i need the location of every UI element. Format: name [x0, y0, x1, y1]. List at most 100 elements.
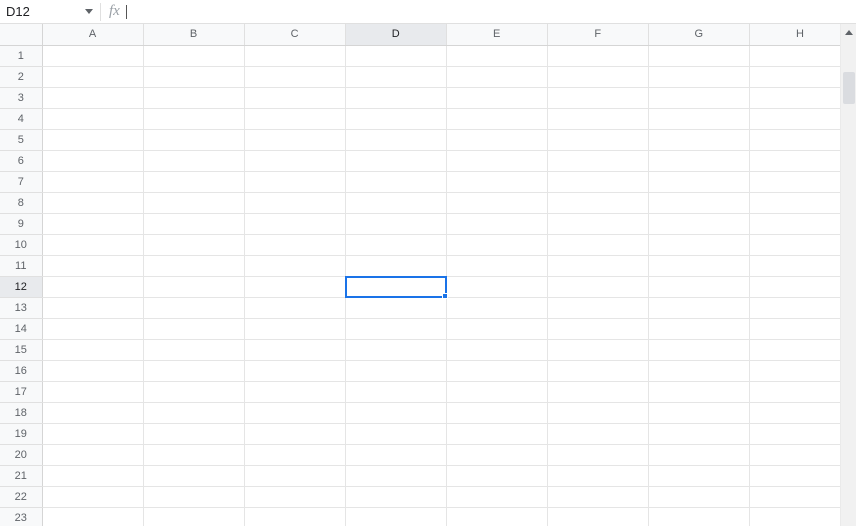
cell-G11[interactable]	[648, 255, 749, 276]
cell-G9[interactable]	[648, 213, 749, 234]
cell-H9[interactable]	[749, 213, 850, 234]
row-header-16[interactable]: 16	[0, 360, 42, 381]
cell-B5[interactable]	[143, 129, 244, 150]
cell-D18[interactable]	[345, 402, 446, 423]
cell-E6[interactable]	[446, 150, 547, 171]
cell-D9[interactable]	[345, 213, 446, 234]
cell-F2[interactable]	[547, 66, 648, 87]
cell-A23[interactable]	[42, 507, 143, 526]
row-header-11[interactable]: 11	[0, 255, 42, 276]
cell-G4[interactable]	[648, 108, 749, 129]
cell-B16[interactable]	[143, 360, 244, 381]
row-header-17[interactable]: 17	[0, 381, 42, 402]
row-header-2[interactable]: 2	[0, 66, 42, 87]
cell-A22[interactable]	[42, 486, 143, 507]
cell-B3[interactable]	[143, 87, 244, 108]
cell-D21[interactable]	[345, 465, 446, 486]
row-header-8[interactable]: 8	[0, 192, 42, 213]
cell-G17[interactable]	[648, 381, 749, 402]
row-header-15[interactable]: 15	[0, 339, 42, 360]
cell-H23[interactable]	[749, 507, 850, 526]
cell-E7[interactable]	[446, 171, 547, 192]
cell-B23[interactable]	[143, 507, 244, 526]
column-header-E[interactable]: E	[446, 24, 547, 45]
cell-G1[interactable]	[648, 45, 749, 66]
cell-G15[interactable]	[648, 339, 749, 360]
cell-F21[interactable]	[547, 465, 648, 486]
row-header-4[interactable]: 4	[0, 108, 42, 129]
cell-F13[interactable]	[547, 297, 648, 318]
cell-D1[interactable]	[345, 45, 446, 66]
cell-A4[interactable]	[42, 108, 143, 129]
cell-H10[interactable]	[749, 234, 850, 255]
row-header-6[interactable]: 6	[0, 150, 42, 171]
cell-G5[interactable]	[648, 129, 749, 150]
cell-D6[interactable]	[345, 150, 446, 171]
cell-G18[interactable]	[648, 402, 749, 423]
formula-input[interactable]	[127, 0, 856, 23]
cell-F4[interactable]	[547, 108, 648, 129]
row-header-22[interactable]: 22	[0, 486, 42, 507]
cell-D23[interactable]	[345, 507, 446, 526]
row-header-9[interactable]: 9	[0, 213, 42, 234]
cell-G21[interactable]	[648, 465, 749, 486]
cell-D22[interactable]	[345, 486, 446, 507]
cell-F20[interactable]	[547, 444, 648, 465]
cell-B10[interactable]	[143, 234, 244, 255]
cell-E17[interactable]	[446, 381, 547, 402]
cell-A5[interactable]	[42, 129, 143, 150]
cell-C16[interactable]	[244, 360, 345, 381]
cell-H8[interactable]	[749, 192, 850, 213]
cell-H5[interactable]	[749, 129, 850, 150]
cell-F12[interactable]	[547, 276, 648, 297]
cell-A8[interactable]	[42, 192, 143, 213]
cell-F7[interactable]	[547, 171, 648, 192]
cell-H7[interactable]	[749, 171, 850, 192]
cell-E23[interactable]	[446, 507, 547, 526]
cell-H12[interactable]	[749, 276, 850, 297]
row-header-10[interactable]: 10	[0, 234, 42, 255]
cell-E14[interactable]	[446, 318, 547, 339]
cell-C20[interactable]	[244, 444, 345, 465]
cell-E15[interactable]	[446, 339, 547, 360]
cell-C4[interactable]	[244, 108, 345, 129]
select-all-corner[interactable]	[0, 24, 42, 45]
cell-E11[interactable]	[446, 255, 547, 276]
cell-H16[interactable]	[749, 360, 850, 381]
row-header-19[interactable]: 19	[0, 423, 42, 444]
cell-H4[interactable]	[749, 108, 850, 129]
row-header-18[interactable]: 18	[0, 402, 42, 423]
cell-B8[interactable]	[143, 192, 244, 213]
cell-F8[interactable]	[547, 192, 648, 213]
cell-A15[interactable]	[42, 339, 143, 360]
cell-D20[interactable]	[345, 444, 446, 465]
cell-D4[interactable]	[345, 108, 446, 129]
cell-F22[interactable]	[547, 486, 648, 507]
cell-A18[interactable]	[42, 402, 143, 423]
cell-C11[interactable]	[244, 255, 345, 276]
cell-A17[interactable]	[42, 381, 143, 402]
cell-E5[interactable]	[446, 129, 547, 150]
cell-C3[interactable]	[244, 87, 345, 108]
cell-C22[interactable]	[244, 486, 345, 507]
cell-H18[interactable]	[749, 402, 850, 423]
cell-B6[interactable]	[143, 150, 244, 171]
cell-D8[interactable]	[345, 192, 446, 213]
cell-H15[interactable]	[749, 339, 850, 360]
cell-D2[interactable]	[345, 66, 446, 87]
cell-D3[interactable]	[345, 87, 446, 108]
cell-H1[interactable]	[749, 45, 850, 66]
cell-C2[interactable]	[244, 66, 345, 87]
cell-C18[interactable]	[244, 402, 345, 423]
cell-G23[interactable]	[648, 507, 749, 526]
cell-A20[interactable]	[42, 444, 143, 465]
cell-E10[interactable]	[446, 234, 547, 255]
cell-E16[interactable]	[446, 360, 547, 381]
cell-B20[interactable]	[143, 444, 244, 465]
row-header-5[interactable]: 5	[0, 129, 42, 150]
cell-B12[interactable]	[143, 276, 244, 297]
cell-B15[interactable]	[143, 339, 244, 360]
cell-E2[interactable]	[446, 66, 547, 87]
cell-A2[interactable]	[42, 66, 143, 87]
cell-D7[interactable]	[345, 171, 446, 192]
